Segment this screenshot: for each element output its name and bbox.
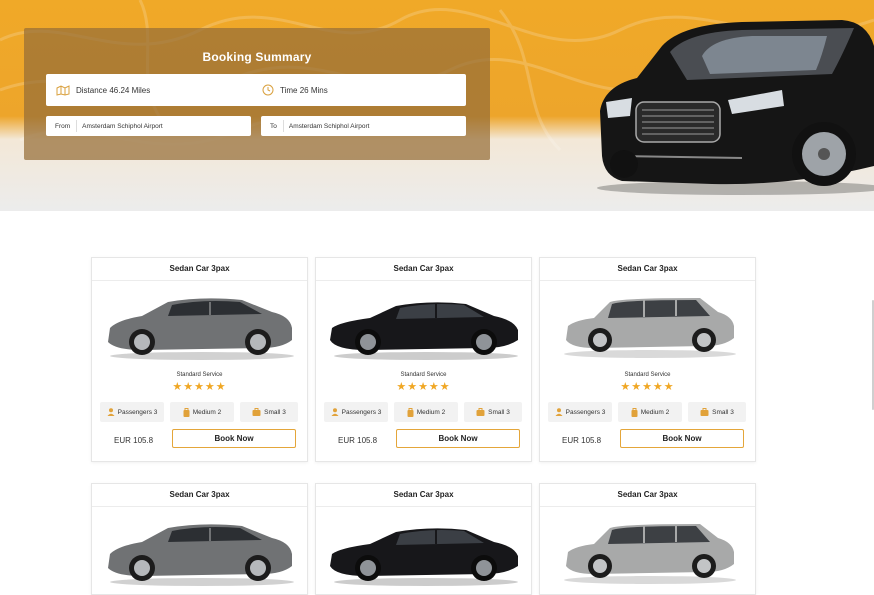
small-luggage-text: Small 3	[488, 408, 510, 416]
vehicle-card: Sedan Car 3pax	[91, 483, 308, 595]
hero-car-image	[597, 20, 874, 195]
rating-stars: ★★★★★	[172, 381, 227, 393]
small-luggage-feature: Small 3	[688, 402, 746, 422]
booking-summary-panel: Booking Summary Distance 46.24 Miles Tim…	[24, 28, 490, 160]
passengers-feature: Passengers 3	[324, 402, 388, 422]
person-icon	[555, 408, 563, 416]
rating-stars: ★★★★★	[620, 381, 675, 393]
medium-luggage-feature: Medium 2	[618, 402, 682, 422]
car-image	[330, 302, 518, 360]
from-value: Amsterdam Schiphol Airport	[82, 122, 163, 130]
medium-luggage-text: Medium 2	[416, 408, 446, 416]
price: EUR 105.8	[114, 436, 154, 445]
suitcase-icon	[183, 407, 190, 417]
passengers-text: Passengers 3	[341, 408, 382, 416]
car-image	[564, 524, 736, 584]
car-image	[330, 528, 518, 586]
passengers-feature: Passengers 3	[548, 402, 612, 422]
trip-info-bar: Distance 46.24 Miles Time 26 Mins	[46, 74, 466, 106]
time-text: Time 26 Mins	[280, 85, 328, 95]
from-label: From	[46, 120, 78, 132]
medium-luggage-feature: Medium 2	[394, 402, 458, 422]
car-image	[108, 298, 294, 360]
car-image	[108, 524, 294, 586]
clock-icon	[262, 84, 274, 96]
passengers-text: Passengers 3	[117, 408, 158, 416]
vehicle-card: Sedan Car 3pax	[315, 483, 532, 595]
small-luggage-feature: Small 3	[464, 402, 522, 422]
bag-icon	[476, 408, 485, 416]
bag-icon	[700, 408, 709, 416]
vehicle-card: Sedan Car 3pax Standard Service ★★★★★ Pa…	[91, 257, 308, 462]
time-info: Time 26 Mins	[262, 74, 328, 106]
booking-summary-title: Booking Summary	[202, 50, 312, 64]
vehicle-title: Sedan Car 3pax	[540, 484, 755, 507]
book-now-button[interactable]: Book Now	[620, 429, 744, 448]
price: EUR 105.8	[338, 436, 378, 445]
service-level: Standard Service	[176, 372, 223, 378]
price: EUR 105.8	[562, 436, 602, 445]
passengers-feature: Passengers 3	[100, 402, 164, 422]
rating-stars: ★★★★★	[396, 381, 451, 393]
hero-banner: Booking Summary Distance 46.24 Miles Tim…	[0, 0, 874, 211]
service-level: Standard Service	[400, 372, 447, 378]
vehicle-title: Sedan Car 3pax	[316, 484, 531, 507]
car-image	[564, 298, 736, 358]
passengers-text: Passengers 3	[565, 408, 606, 416]
medium-luggage-text: Medium 2	[192, 408, 222, 416]
from-field[interactable]: From Amsterdam Schiphol Airport	[46, 116, 251, 136]
bag-icon	[252, 408, 261, 416]
vehicle-title: Sedan Car 3pax	[92, 258, 307, 281]
small-luggage-text: Small 3	[264, 408, 286, 416]
suitcase-icon	[631, 407, 638, 417]
suitcase-icon	[407, 407, 414, 417]
vehicle-title: Sedan Car 3pax	[92, 484, 307, 507]
person-icon	[107, 408, 115, 416]
vehicle-title: Sedan Car 3pax	[316, 258, 531, 281]
to-value: Amsterdam Schiphol Airport	[288, 122, 370, 130]
book-now-button[interactable]: Book Now	[172, 429, 296, 448]
vehicle-card: Sedan Car 3pax Standard Service ★★★★★ Pa…	[315, 257, 532, 462]
distance-text: Distance 46.24 Miles	[76, 85, 151, 95]
vehicle-title: Sedan Car 3pax	[540, 258, 755, 281]
map-icon	[56, 84, 70, 96]
medium-luggage-text: Medium 2	[640, 408, 670, 416]
small-luggage-feature: Small 3	[240, 402, 298, 422]
person-icon	[331, 408, 339, 416]
to-label: To	[261, 120, 284, 132]
medium-luggage-feature: Medium 2	[170, 402, 234, 422]
book-now-button[interactable]: Book Now	[396, 429, 520, 448]
vehicle-card: Sedan Car 3pax	[539, 483, 756, 595]
service-level: Standard Service	[624, 372, 671, 378]
to-field[interactable]: To Amsterdam Schiphol Airport	[261, 116, 466, 136]
vehicle-card: Sedan Car 3pax Standard Service ★★★★★ Pa…	[539, 257, 756, 462]
small-luggage-text: Small 3	[712, 408, 734, 416]
distance-info: Distance 46.24 Miles	[56, 74, 150, 106]
